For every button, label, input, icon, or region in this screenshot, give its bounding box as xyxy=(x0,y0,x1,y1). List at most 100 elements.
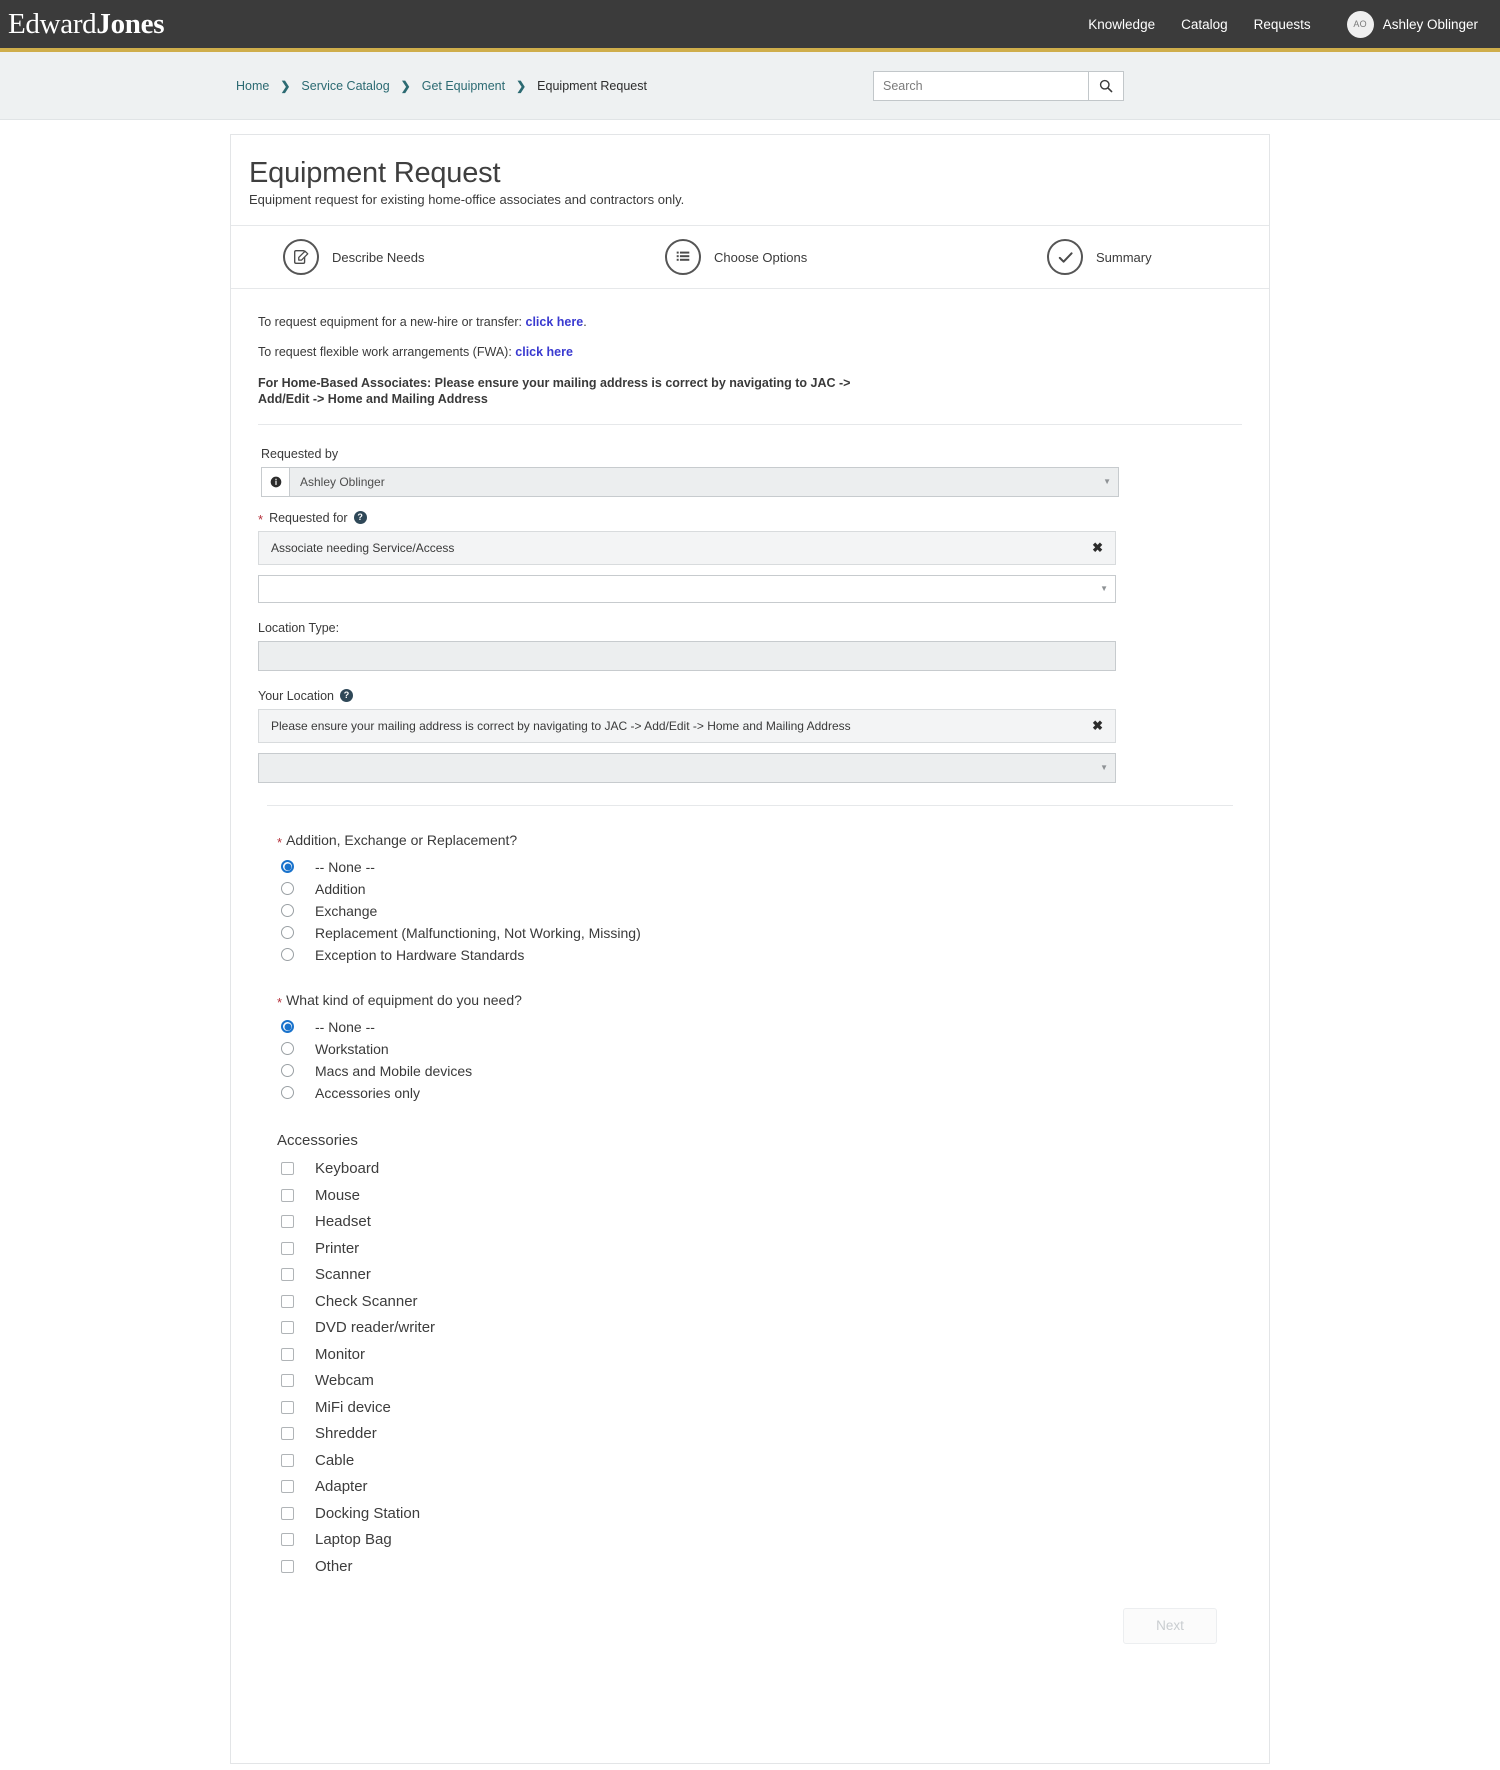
user-menu[interactable]: AO Ashley Oblinger xyxy=(1346,10,1478,38)
radio-indicator[interactable] xyxy=(281,1042,294,1055)
location-type-input[interactable] xyxy=(258,640,1116,671)
checkbox-item-shredder[interactable]: Shredder xyxy=(249,1421,1251,1448)
intro-line2-text: To request flexible work arrangements (F… xyxy=(258,345,516,359)
checkbox-item-headset[interactable]: Headset xyxy=(249,1209,1251,1236)
step-describe-needs[interactable]: Describe Needs xyxy=(283,239,665,275)
radio-indicator[interactable] xyxy=(281,926,294,939)
nav-item-requests[interactable]: Requests xyxy=(1254,17,1311,32)
checkbox-indicator[interactable] xyxy=(281,1453,294,1467)
close-icon[interactable]: ✖ xyxy=(1092,540,1103,556)
radio-indicator[interactable] xyxy=(281,948,294,961)
checkbox-item-printer[interactable]: Printer xyxy=(249,1235,1251,1262)
radio-option-label: Macs and Mobile devices xyxy=(315,1062,473,1079)
group-title-text: What kind of equipment do you need? xyxy=(286,991,522,1008)
checkbox-indicator[interactable] xyxy=(281,1533,294,1547)
card-body: To request equipment for a new-hire or t… xyxy=(231,289,1269,1678)
requested-for-input[interactable]: ▼ xyxy=(258,574,1116,603)
next-button[interactable]: Next xyxy=(1123,1607,1217,1644)
checkbox-label: Laptop Bag xyxy=(315,1531,392,1549)
search-input[interactable] xyxy=(873,70,1088,101)
checkbox-indicator[interactable] xyxy=(281,1241,294,1255)
checkbox-indicator[interactable] xyxy=(281,1188,294,1202)
checkbox-item-dvd-reader-writer[interactable]: DVD reader/writer xyxy=(249,1315,1251,1342)
help-icon[interactable]: ? xyxy=(353,511,367,524)
checkbox-indicator[interactable] xyxy=(281,1268,294,1282)
checkbox-item-check-scanner[interactable]: Check Scanner xyxy=(249,1288,1251,1315)
radio-option-addition[interactable]: Addition xyxy=(277,878,1251,900)
step-summary[interactable]: Summary xyxy=(1047,239,1152,275)
search-button[interactable] xyxy=(1088,70,1124,101)
checkbox-item-adapter[interactable]: Adapter xyxy=(249,1474,1251,1501)
checkbox-indicator[interactable] xyxy=(281,1347,294,1361)
checkbox-item-laptop-bag[interactable]: Laptop Bag xyxy=(249,1527,1251,1554)
radio-option-exception[interactable]: Exception to Hardware Standards xyxy=(277,944,1251,966)
checkbox-item-webcam[interactable]: Webcam xyxy=(249,1368,1251,1395)
checkbox-indicator[interactable] xyxy=(281,1559,294,1573)
new-hire-link[interactable]: click here xyxy=(526,315,584,329)
radio-indicator[interactable] xyxy=(281,1086,294,1099)
checkbox-indicator[interactable] xyxy=(281,1400,294,1414)
checkbox-item-keyboard[interactable]: Keyboard xyxy=(249,1156,1251,1183)
checkbox-item-scanner[interactable]: Scanner xyxy=(249,1262,1251,1289)
requested-by-control[interactable]: Ashley Oblinger ▼ xyxy=(261,466,1119,497)
info-icon[interactable] xyxy=(261,466,289,497)
checkbox-indicator[interactable] xyxy=(281,1321,294,1335)
checkbox-label: Check Scanner xyxy=(315,1292,418,1310)
page-title: Equipment Request xyxy=(249,157,501,189)
checkbox-label: Other xyxy=(315,1557,353,1575)
checkbox-item-docking-station[interactable]: Docking Station xyxy=(249,1500,1251,1527)
checkbox-label: Docking Station xyxy=(315,1504,421,1522)
checkbox-indicator[interactable] xyxy=(281,1374,294,1388)
fwa-link[interactable]: click here xyxy=(515,345,573,359)
checkbox-indicator[interactable] xyxy=(281,1506,294,1520)
breadcrumb-bar: Home ❯ Service Catalog ❯ Get Equipment ❯… xyxy=(0,52,1500,120)
help-icon[interactable]: ? xyxy=(340,689,353,702)
checkbox-item-other[interactable]: Other xyxy=(249,1553,1251,1580)
radio-option-workstation[interactable]: Workstation xyxy=(277,1038,1251,1060)
group-title: * What kind of equipment do you need? xyxy=(277,991,1251,1010)
checkbox-item-mifi-device[interactable]: MiFi device xyxy=(249,1394,1251,1421)
radio-group-equipment-kind: * What kind of equipment do you need? --… xyxy=(249,992,1251,1104)
step-choose-options[interactable]: Choose Options xyxy=(665,239,1047,275)
nav-item-knowledge[interactable]: Knowledge xyxy=(1088,17,1155,32)
hint-text: Associate needing Service/Access xyxy=(271,540,455,555)
checkbox-item-mouse[interactable]: Mouse xyxy=(249,1182,1251,1209)
chevron-down-icon[interactable]: ▼ xyxy=(1100,763,1108,772)
checkbox-indicator[interactable] xyxy=(281,1427,294,1441)
radio-indicator[interactable] xyxy=(281,904,294,917)
edward-jones-logo[interactable]: EdwardJones xyxy=(8,8,164,41)
checkbox-indicator[interactable] xyxy=(281,1215,294,1229)
checkbox-item-cable[interactable]: Cable xyxy=(249,1447,1251,1474)
breadcrumb-item-get-equipment[interactable]: Get Equipment xyxy=(422,79,505,93)
radio-option-none[interactable]: -- None -- xyxy=(277,1016,1251,1038)
requested-by-value-box[interactable]: Ashley Oblinger ▼ xyxy=(289,466,1119,497)
radio-option-accessories-only[interactable]: Accessories only xyxy=(277,1082,1251,1104)
close-icon[interactable]: ✖ xyxy=(1092,718,1103,734)
radio-option-label: -- None -- xyxy=(315,1018,375,1035)
radio-indicator[interactable] xyxy=(281,1064,294,1077)
checkbox-item-monitor[interactable]: Monitor xyxy=(249,1341,1251,1368)
checkbox-indicator[interactable] xyxy=(281,1480,294,1494)
checkbox-indicator[interactable] xyxy=(281,1162,294,1176)
breadcrumb-item-service-catalog[interactable]: Service Catalog xyxy=(301,79,389,93)
label-text: Requested by xyxy=(261,446,339,461)
group-title: * Addition, Exchange or Replacement? xyxy=(277,832,1251,849)
label-text: Location Type: xyxy=(258,620,340,635)
checkbox-indicator[interactable] xyxy=(281,1294,294,1308)
chevron-down-icon[interactable]: ▼ xyxy=(1100,584,1108,593)
radio-indicator[interactable] xyxy=(281,860,294,873)
chevron-right-icon: ❯ xyxy=(516,78,527,93)
radio-option-macs-mobile[interactable]: Macs and Mobile devices xyxy=(277,1060,1251,1082)
required-asterisk: * xyxy=(277,994,283,1010)
radio-option-exchange[interactable]: Exchange xyxy=(277,900,1251,922)
breadcrumb-item-home[interactable]: Home xyxy=(236,79,269,93)
chevron-down-icon[interactable]: ▼ xyxy=(1103,477,1111,486)
radio-indicator[interactable] xyxy=(281,882,294,895)
radio-option-none[interactable]: -- None -- xyxy=(277,856,1251,878)
nav-item-catalog[interactable]: Catalog xyxy=(1181,17,1228,32)
hint-text: Please ensure your mailing address is co… xyxy=(271,718,851,733)
radio-option-replacement[interactable]: Replacement (Malfunctioning, Not Working… xyxy=(277,922,1251,944)
step-label: Describe Needs xyxy=(332,249,425,265)
your-location-input[interactable]: ▼ xyxy=(258,752,1116,783)
radio-indicator[interactable] xyxy=(281,1020,294,1033)
